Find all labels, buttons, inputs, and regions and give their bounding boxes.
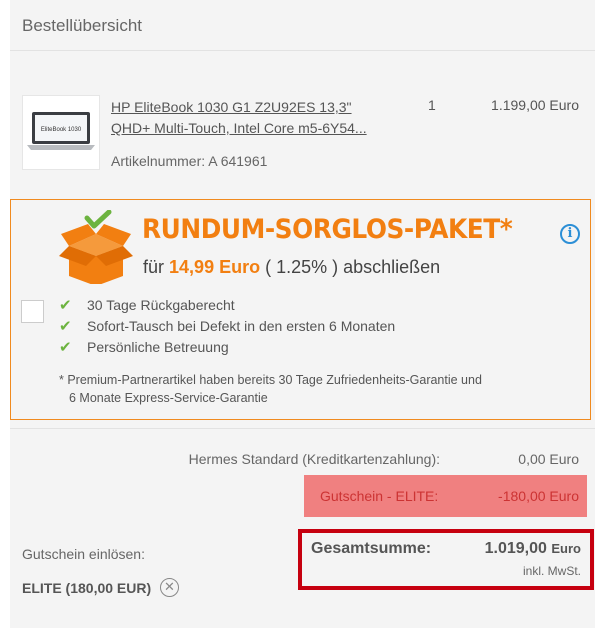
page-title: Bestellübersicht [22,16,143,35]
product-quantity: 1 [428,97,436,113]
package-price: 14,99 Euro [169,257,261,277]
package-sub-suffix: ( 1.25% ) abschließen [265,257,441,277]
product-name-link[interactable]: HP EliteBook 1030 G1 Z2U92ES 13,3" QHD+ … [111,97,411,139]
remove-voucher-icon[interactable]: ✕ [160,578,179,597]
feature-label: Persönliche Betreuung [87,339,229,355]
feature-item: ✔ Sofort-Tausch bei Defekt in den ersten … [59,317,395,335]
total-currency: Euro [551,541,581,556]
product-article-number: Artikelnummer: A 641961 [111,153,268,169]
package-footnote: * Premium-Partnerartikel haben bereits 3… [59,371,539,407]
package-checkbox[interactable] [21,300,44,323]
laptop-image: EliteBook 1030 [27,112,95,150]
checkmark-icon: ✔ [59,297,72,314]
voucher-value: -180,00 Euro [498,488,579,504]
feature-label: Sofort-Tausch bei Defekt in den ersten 6… [87,318,396,334]
voucher-label: Gutschein - ELITE: [320,488,439,504]
total-value: 1.019,00 Euro [485,540,581,558]
order-summary-panel: Bestellübersicht EliteBook 1030 HP Elite… [10,0,595,628]
shipping-value: 0,00 Euro [518,451,579,467]
divider [10,428,595,429]
product-price: 1.199,00 Euro [491,97,579,113]
feature-label: 30 Tage Rückgaberecht [87,297,235,313]
feature-item: ✔ Persönliche Betreuung [59,338,229,356]
package-footnote-line2: 6 Monate Express-Service-Garantie [69,391,268,405]
package-box-icon [59,210,133,284]
total-sum-box: Gesamtsumme: 1.019,00 Euro inkl. MwSt. [298,529,594,590]
redeem-voucher-label: Gutschein einlösen: [22,546,145,562]
info-icon[interactable]: i [560,224,580,244]
voucher-discount-row: Gutschein - ELITE: -180,00 Euro [304,475,587,517]
thumbnail-brand-text: EliteBook 1030 [41,127,82,133]
feature-item: ✔ 30 Tage Rückgaberecht [59,296,235,314]
product-name-line1: HP EliteBook 1030 G1 Z2U92ES 13,3" [111,99,352,115]
total-label: Gesamtsumme: [311,540,432,557]
total-amount: 1.019,00 [484,540,547,557]
applied-voucher-code: ELITE (180,00 EUR) [22,580,152,596]
package-title: RUNDUM-SORGLOS-PAKET* [142,214,513,245]
checkmark-icon: ✔ [59,339,72,356]
package-subtitle: für 14,99 Euro ( 1.25% ) abschließen [143,257,440,278]
order-summary-header: Bestellübersicht [10,0,595,51]
package-sub-prefix: für [143,257,165,277]
shipping-label: Hermes Standard (Kreditkartenzahlung): [188,451,440,467]
package-footnote-line1: * Premium-Partnerartikel haben bereits 3… [59,373,482,387]
protection-package-box: RUNDUM-SORGLOS-PAKET* für 14,99 Euro ( 1… [10,199,591,420]
product-name-line2: QHD+ Multi-Touch, Intel Core m5-6Y54... [111,120,367,136]
product-thumbnail[interactable]: EliteBook 1030 [22,95,100,170]
checkmark-icon: ✔ [59,318,72,335]
tax-note: inkl. MwSt. [522,564,581,578]
